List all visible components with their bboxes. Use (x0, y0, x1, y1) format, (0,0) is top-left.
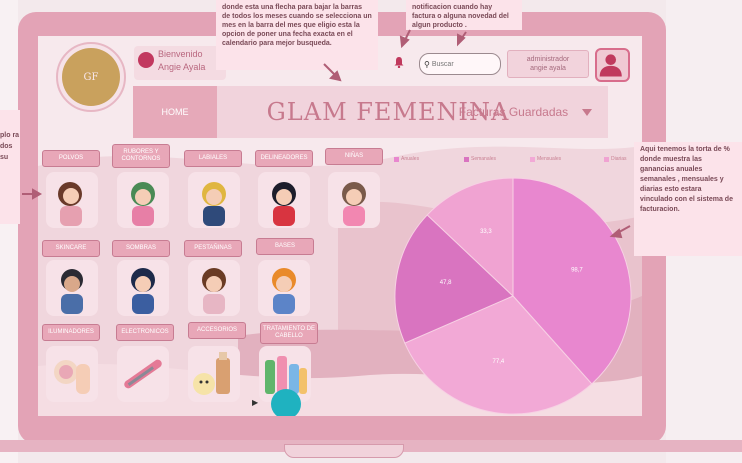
annotation-arrows (22, 29, 631, 239)
